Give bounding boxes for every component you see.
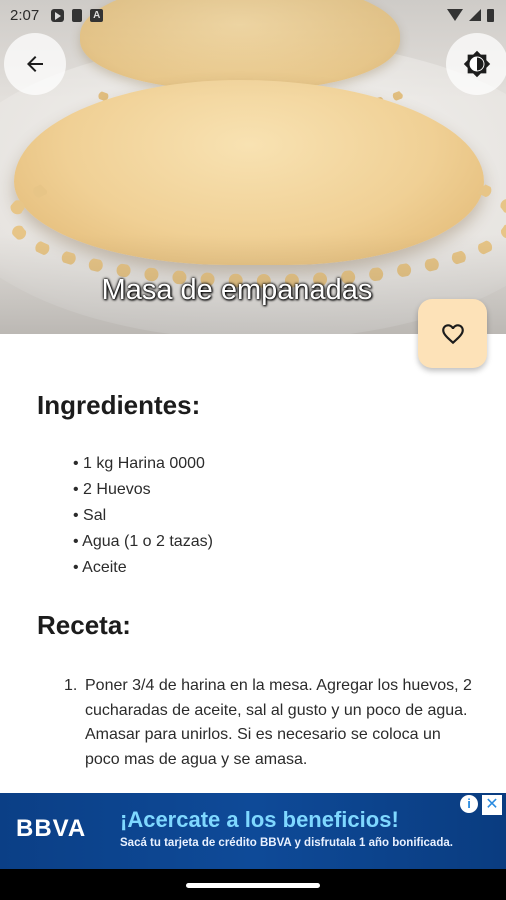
ad-subline: Sacá tu tarjeta de crédito BBVA y disfru… (120, 837, 453, 849)
ad-banner[interactable]: BBVA ¡Acercate a los beneficios! Sacá tu… (0, 793, 506, 869)
recipe-title: Masa de empanadas (101, 274, 373, 306)
list-item: Aceite (73, 555, 213, 581)
ad-close-icon[interactable]: ✕ (482, 795, 502, 815)
app-notification-icon: A (90, 8, 104, 22)
battery-icon (487, 8, 494, 22)
status-time: 2:07 (10, 6, 40, 24)
ad-brand-logo: BBVA (16, 815, 87, 842)
step-number: 1. (64, 677, 78, 694)
signal-icon (469, 9, 481, 21)
ingredients-heading: Ingredientes: (37, 390, 201, 420)
list-item: 1 kg Harina 0000 (73, 451, 213, 477)
back-button[interactable] (4, 33, 66, 95)
recipe-content[interactable]: Ingredientes: 1 kg Harina 0000 2 Huevos … (0, 334, 506, 794)
list-item: 1. Poner 3/4 de harina en la mesa. Agreg… (64, 674, 474, 772)
recipe-heading: Receta: (37, 610, 131, 640)
ad-headline: ¡Acercate a los beneficios! (120, 807, 399, 832)
arrow-left-icon (27, 56, 43, 72)
status-bar: 2:07 A (0, 0, 506, 30)
wifi-icon (447, 9, 463, 21)
ingredients-list: 1 kg Harina 0000 2 Huevos Sal Agua (1 o … (73, 451, 213, 581)
list-item: Agua (1 o 2 tazas) (73, 529, 213, 555)
ad-info-icon[interactable]: i (460, 795, 478, 813)
list-item: Sal (73, 503, 213, 529)
list-item: 2 Huevos (73, 477, 213, 503)
theme-toggle-button[interactable] (446, 33, 506, 95)
play-protect-icon (51, 8, 65, 22)
recipe-steps: 1. Poner 3/4 de harina en la mesa. Agreg… (64, 674, 474, 772)
sd-card-icon (72, 8, 83, 22)
system-nav-bar (0, 869, 506, 900)
home-gesture-handle[interactable] (186, 883, 320, 888)
step-text: Poner 3/4 de harina en la mesa. Agregar … (85, 677, 472, 768)
brightness-icon (463, 50, 491, 78)
